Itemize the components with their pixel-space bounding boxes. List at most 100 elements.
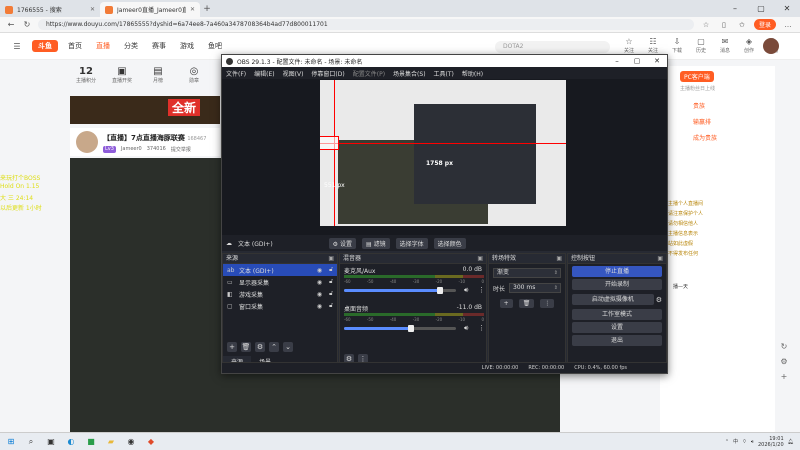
source-item[interactable]: ▭ 显示器采集 ◉ 🔓︎ <box>223 276 337 288</box>
subnav-medal[interactable]: ◎ 勋章 <box>178 66 210 94</box>
avatar[interactable] <box>763 38 779 54</box>
header-icon-messages[interactable]: ✉ 消息 <box>716 37 734 54</box>
lock-icon[interactable]: 🔓︎ <box>329 266 333 274</box>
refresh-float-icon[interactable]: ↻ <box>781 342 788 351</box>
header-icon-download[interactable]: ⇩ 下载 <box>668 37 686 54</box>
lock-icon[interactable]: 🔓︎ <box>329 290 333 298</box>
preview-canvas[interactable]: 1758 px 551 px <box>320 80 566 226</box>
source-item[interactable]: ▢ 窗口采集 ◉ 🔓︎ <box>223 300 337 312</box>
subnav-monthly[interactable]: ▤ 月榜 <box>142 66 174 94</box>
site-search-input[interactable]: DOTA2 <box>495 41 610 53</box>
volume-slider[interactable] <box>344 287 456 294</box>
menu-file[interactable]: 文件(F) <box>226 69 246 78</box>
streamer-name[interactable]: Jameer0 <box>121 146 142 153</box>
menu-tools[interactable]: 工具(T) <box>434 69 454 78</box>
more-icon[interactable]: … <box>782 21 794 29</box>
browser-taskbar-icon[interactable]: ◆ <box>146 437 156 447</box>
subnav-points[interactable]: 12 主播积分 <box>70 66 102 94</box>
selected-source-box[interactable] <box>320 136 339 150</box>
kebab-menu-icon[interactable]: ⋮ <box>478 324 485 332</box>
minimize-icon[interactable]: – <box>722 0 748 17</box>
tab-search[interactable]: 1766555 - 搜索 ✕ <box>0 2 100 17</box>
nav-live[interactable]: 直播 <box>96 41 110 51</box>
speaker-icon[interactable]: 🔊︎ <box>464 324 468 333</box>
eye-icon[interactable]: ◉ <box>317 291 322 298</box>
header-icon-follow[interactable]: ☆ 关注 <box>620 37 638 54</box>
app-icon[interactable]: ■ <box>86 437 96 447</box>
refresh-icon[interactable]: ↻ <box>22 20 32 29</box>
become-noble-link[interactable]: 成为贵族 <box>693 133 717 142</box>
source-properties-icon[interactable]: ⚙ <box>255 342 265 352</box>
folder-icon[interactable]: ▰ <box>106 437 116 447</box>
tab-douyu[interactable]: Jameer0直播_Jameer0直播... ✕ <box>100 2 200 17</box>
start-recording-button[interactable]: 开始录制 <box>572 279 662 290</box>
eye-icon[interactable]: ◉ <box>317 303 322 310</box>
obs-taskbar-icon[interactable]: ◉ <box>126 437 136 447</box>
menu-view[interactable]: 视图(V) <box>283 69 304 78</box>
nav-category[interactable]: 分类 <box>124 41 138 51</box>
close-icon[interactable]: ✕ <box>190 6 195 13</box>
split-screen-icon[interactable]: ▯ <box>718 21 730 29</box>
speaker-icon[interactable]: 🔊︎ <box>464 286 468 295</box>
duration-input[interactable]: 300 ms ⇕ <box>509 283 561 293</box>
search-icon[interactable]: ⌕ <box>26 437 36 447</box>
dock-undock-icon[interactable]: ▣ <box>477 254 483 264</box>
start-virtual-camera-button[interactable]: 启动虚拟摄像机 <box>572 294 654 305</box>
new-tab-button[interactable]: + <box>200 2 214 17</box>
kebab-menu-icon[interactable]: ⋮ <box>478 286 485 294</box>
report-link[interactable]: 提交举报 <box>171 146 191 153</box>
douyu-logo[interactable]: 斗鱼 <box>32 40 58 52</box>
source-item[interactable]: ab 文本 (GDI+) ◉ 🔓︎ <box>223 264 337 276</box>
obs-preview[interactable]: 1758 px 551 px <box>222 79 667 235</box>
remove-source-icon[interactable]: 🗑︎ <box>241 342 251 352</box>
menu-scene-collection[interactable]: 场景集合(S) <box>393 69 426 78</box>
close-icon[interactable]: ✕ <box>90 6 95 13</box>
add-source-icon[interactable]: + <box>227 342 237 352</box>
volume-slider[interactable] <box>344 325 456 332</box>
move-down-icon[interactable]: ⌄ <box>283 342 293 352</box>
add-transition-icon[interactable]: + <box>499 298 513 308</box>
close-window-icon[interactable]: ✕ <box>774 0 800 17</box>
notification-icon[interactable]: 🔔︎ <box>788 439 794 445</box>
dock-undock-icon[interactable]: ▣ <box>556 254 562 264</box>
menu-docks[interactable]: 停靠窗口(D) <box>311 69 344 78</box>
menu-edit[interactable]: 编辑(E) <box>254 69 274 78</box>
edge-browser-icon[interactable]: ◐ <box>66 437 76 447</box>
task-view-icon[interactable]: ▣ <box>46 437 56 447</box>
network-icon[interactable]: ⌔ <box>742 439 747 445</box>
slider-knob[interactable] <box>437 287 444 294</box>
clock[interactable]: 19:01 2026/1/20 <box>758 436 784 448</box>
settings-icon[interactable]: ⚙ <box>780 357 787 366</box>
remove-transition-icon[interactable]: 🗑︎ <box>518 298 535 308</box>
maximize-icon[interactable]: ▢ <box>748 0 774 17</box>
ime-indicator[interactable]: 中 <box>733 438 738 445</box>
pc-client-tag[interactable]: PC客户端 <box>680 71 714 82</box>
stop-streaming-button[interactable]: 停止直播 <box>572 266 662 277</box>
nav-games[interactable]: 游戏 <box>180 41 194 51</box>
nav-home[interactable]: 首页 <box>68 41 82 51</box>
menu-profile[interactable]: 配置文件(P) <box>353 69 385 78</box>
nav-events[interactable]: 赛事 <box>152 41 166 51</box>
eye-icon[interactable]: ◉ <box>317 279 322 286</box>
lock-icon[interactable]: 🔓︎ <box>329 278 333 286</box>
filters-button[interactable]: ▤ 滤镜 <box>361 237 390 249</box>
source-item[interactable]: ◧ 游戏采集 ◉ 🔓︎ <box>223 288 337 300</box>
nav-fishbar[interactable]: 鱼吧 <box>208 41 222 51</box>
address-bar[interactable]: https://www.douyu.com/17865555?dyshid=6a… <box>38 19 694 30</box>
transition-menu-icon[interactable]: ⋮ <box>540 298 555 308</box>
virtual-camera-settings-icon[interactable]: ⚙ <box>656 296 662 304</box>
select-color-button[interactable]: 选择颜色 <box>433 237 466 249</box>
add-icon[interactable]: + <box>781 372 788 381</box>
windows-start-icon[interactable]: ⊞ <box>6 437 16 447</box>
settings-button[interactable]: 设置 <box>572 322 662 333</box>
header-icon-follow2[interactable]: ☷ 关注 <box>644 37 662 54</box>
chevron-up-icon[interactable]: ⌃ <box>725 439 729 445</box>
maximize-icon[interactable]: ▢ <box>627 57 647 65</box>
noble-link[interactable]: 贵族 <box>693 101 705 110</box>
dock-undock-icon[interactable]: ▣ <box>328 254 334 264</box>
transition-select[interactable]: 渐变 ⇕ <box>493 268 561 278</box>
select-font-button[interactable]: 选择字体 <box>395 237 428 249</box>
header-icon-history[interactable]: ▢ 历史 <box>692 37 710 54</box>
login-button[interactable]: 登录 <box>753 19 776 30</box>
close-icon[interactable]: ✕ <box>647 57 667 65</box>
